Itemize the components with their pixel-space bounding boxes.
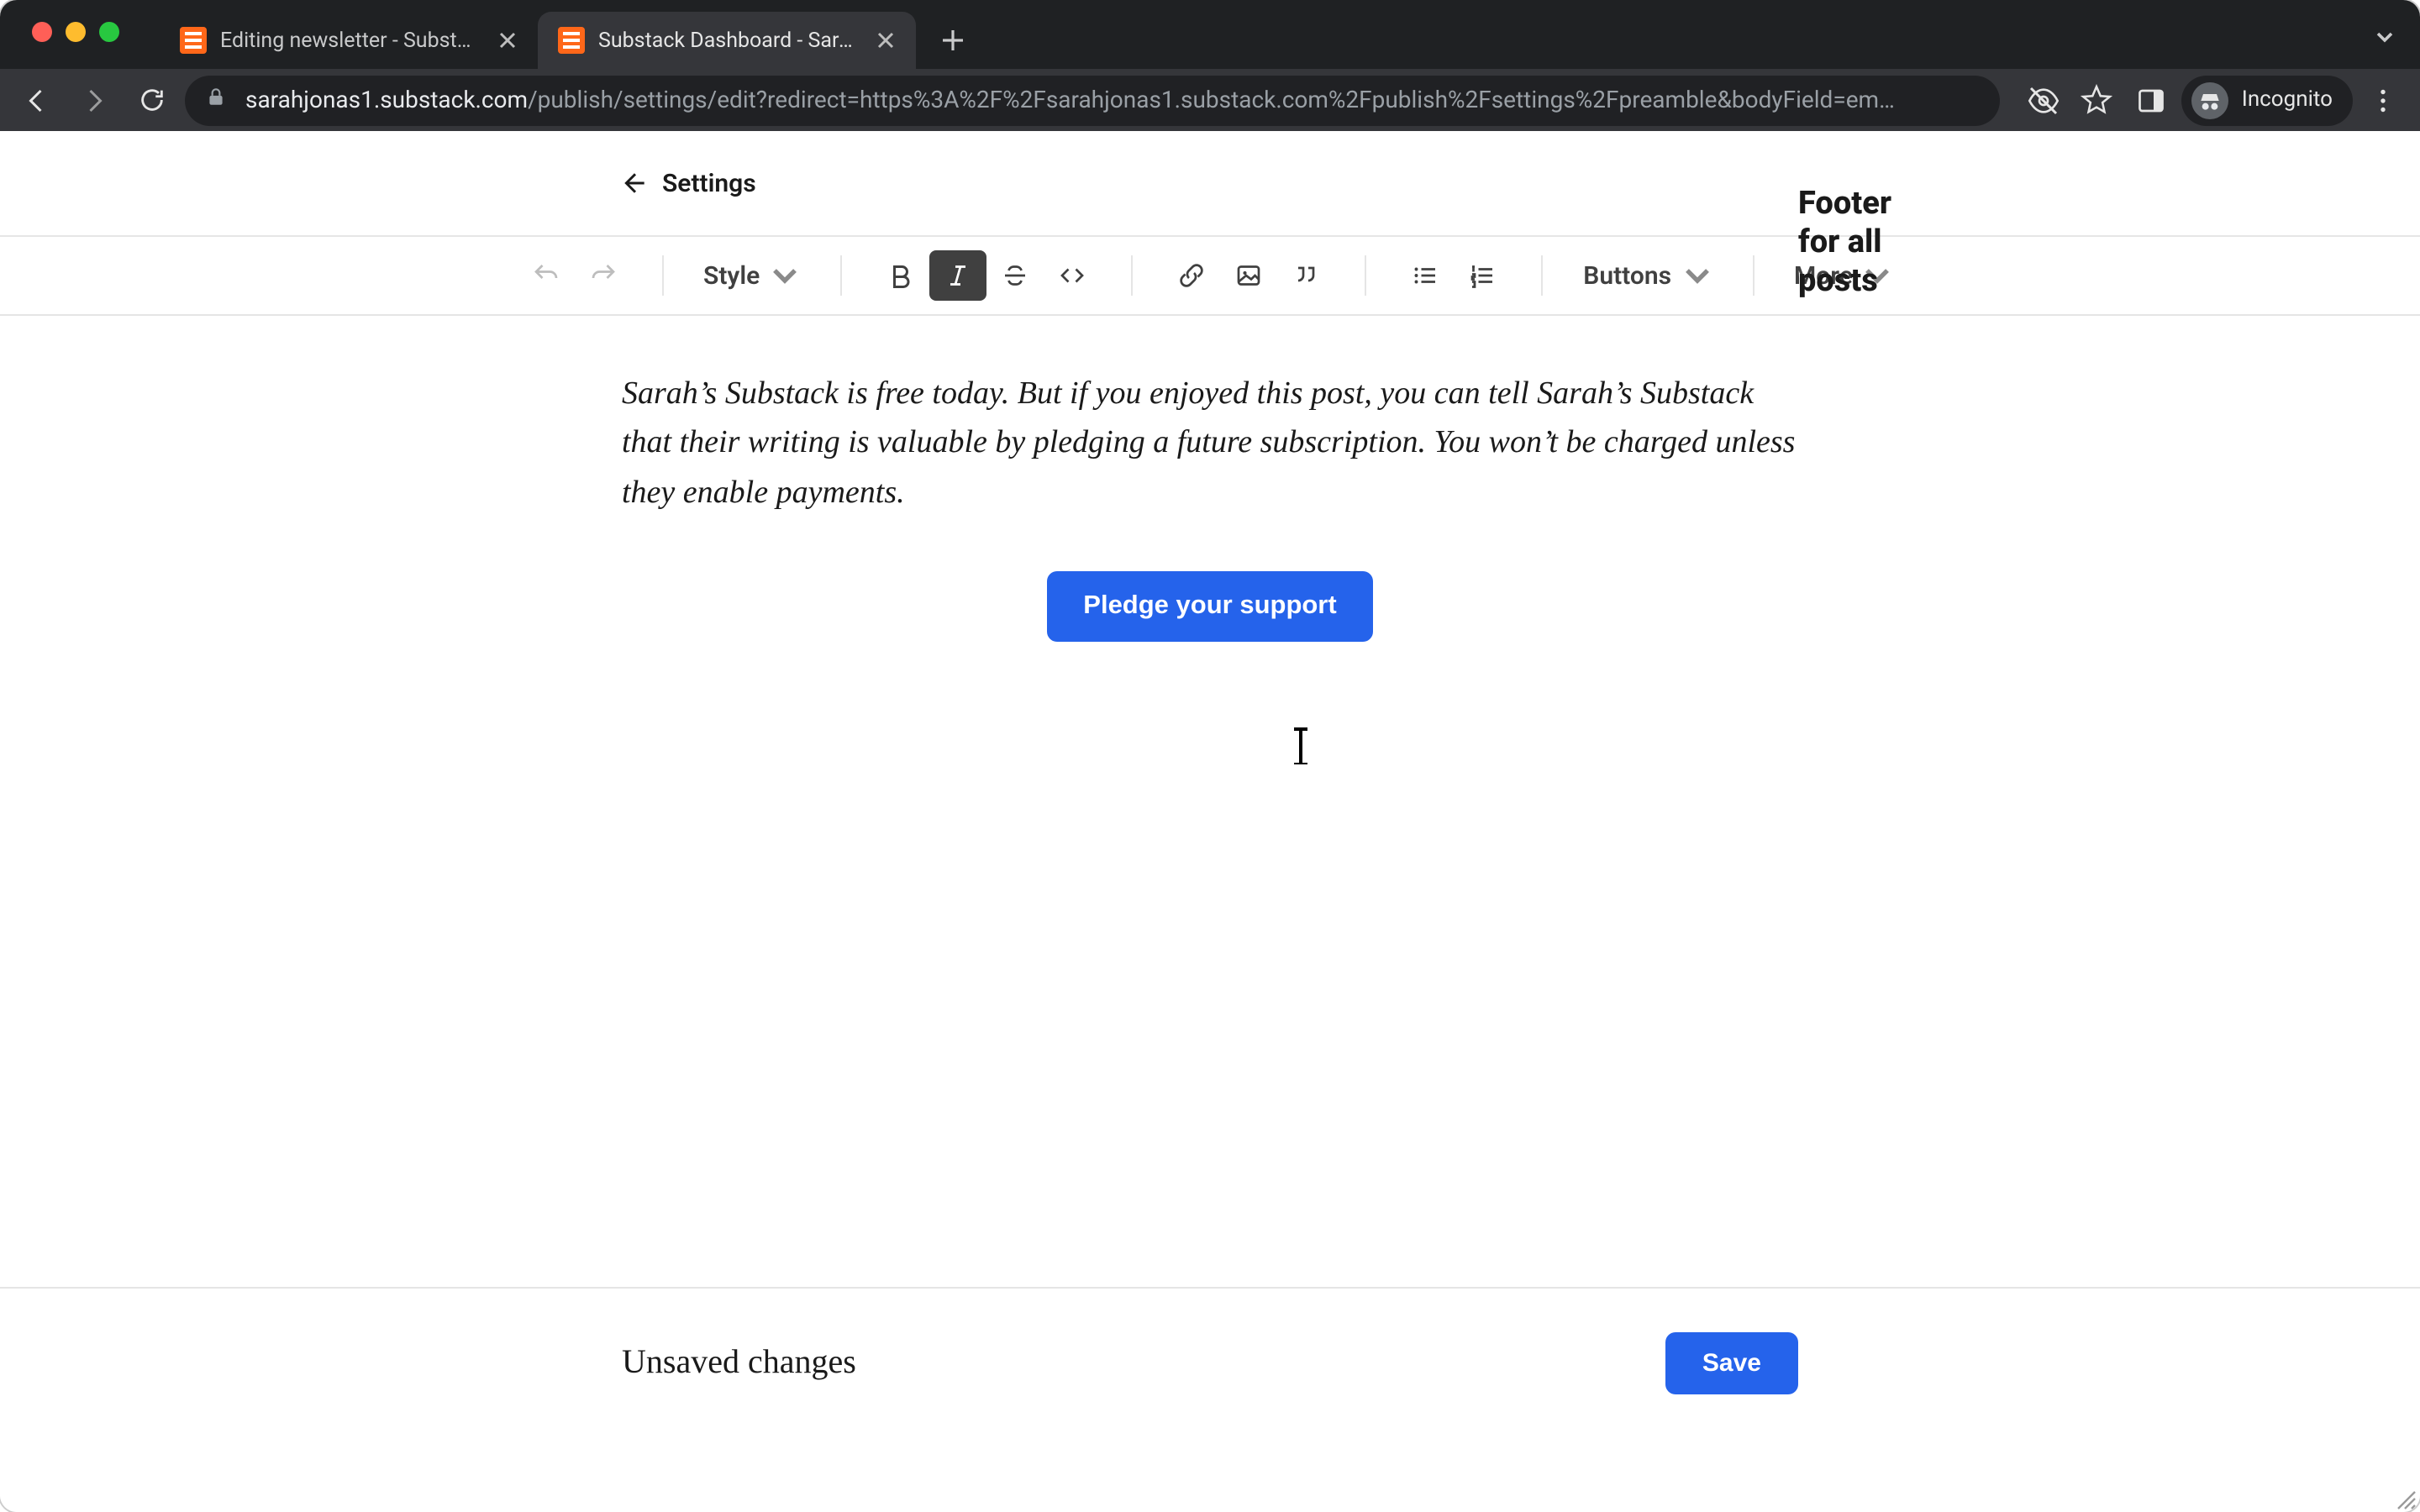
window-controls (32, 22, 119, 42)
italic-button[interactable] (929, 250, 986, 301)
toolbar-separator (1365, 255, 1366, 296)
editor-toolbar: Style (0, 237, 2420, 316)
toolbar-separator (1752, 255, 1754, 296)
blockquote-button[interactable] (1277, 250, 1334, 301)
editor-area[interactable]: Sarah’s Substack is free today. But if y… (0, 316, 2420, 1287)
redo-button[interactable] (574, 250, 631, 301)
side-panel-icon[interactable] (2128, 76, 2175, 123)
pledge-support-button[interactable]: Pledge your support (1046, 572, 1373, 643)
substack-favicon-icon (558, 27, 585, 54)
kebab-menu-icon[interactable] (2360, 76, 2407, 123)
buttons-label: Buttons (1583, 260, 1671, 291)
toolbar-separator (1131, 255, 1133, 296)
browser-tab-0[interactable]: Editing newsletter - Substack (160, 12, 538, 69)
eye-off-icon[interactable] (2020, 76, 2067, 123)
back-to-settings-link[interactable]: Settings (622, 167, 756, 197)
back-label: Settings (662, 167, 756, 197)
incognito-icon (2191, 81, 2228, 118)
strikethrough-button[interactable] (986, 250, 1044, 301)
toolbar-separator (1541, 255, 1543, 296)
substack-favicon-icon (180, 27, 207, 54)
numbered-list-button[interactable] (1454, 250, 1511, 301)
footer-paragraph[interactable]: Sarah’s Substack is free today. But if y… (622, 370, 1798, 518)
chevron-down-icon (1681, 260, 1712, 291)
style-dropdown[interactable]: Style (693, 250, 810, 301)
window-maximize-button[interactable] (99, 22, 119, 42)
page-content: Settings Footer for all posts Style (0, 131, 2420, 1512)
tab-close-button[interactable] (872, 27, 899, 54)
url-path: /publish/settings/edit?redirect=https%3A… (528, 87, 1895, 113)
address-bar[interactable]: sarahjonas1.substack.com/publish/setting… (185, 75, 2000, 125)
code-button[interactable] (1044, 250, 1101, 301)
bookmark-star-icon[interactable] (2074, 76, 2121, 123)
toolbar-separator (840, 255, 842, 296)
arrow-left-icon (622, 169, 649, 196)
titlebar: Editing newsletter - Substack Substack D… (0, 0, 2420, 69)
editor-content[interactable]: Sarah’s Substack is free today. But if y… (622, 316, 1798, 710)
window-close-button[interactable] (32, 22, 52, 42)
incognito-chip[interactable]: Incognito (2181, 75, 2353, 125)
url-text: sarahjonas1.substack.com/publish/setting… (245, 87, 1895, 113)
tab-close-button[interactable] (494, 27, 521, 54)
text-caret-icon (1299, 729, 1302, 763)
tab-title: Editing newsletter - Substack (220, 28, 481, 53)
undo-button[interactable] (517, 250, 574, 301)
bullet-list-button[interactable] (1397, 250, 1454, 301)
url-host: sarahjonas1.substack.com (245, 87, 528, 113)
tab-strip: Editing newsletter - Substack Substack D… (160, 0, 976, 69)
tab-list-dropdown[interactable] (2373, 24, 2396, 55)
link-button[interactable] (1163, 250, 1220, 301)
window-minimize-button[interactable] (66, 22, 86, 42)
unsaved-changes-label: Unsaved changes (622, 1344, 856, 1383)
nav-forward-button[interactable] (71, 76, 118, 123)
style-label: Style (703, 260, 760, 291)
save-button[interactable]: Save (1665, 1332, 1798, 1394)
save-bar: Unsaved changes Save (0, 1287, 2420, 1512)
toolbar-separator (661, 255, 663, 296)
new-tab-button[interactable] (929, 17, 976, 64)
resize-handle-icon[interactable] (2393, 1485, 2417, 1509)
page-title: Footer for all posts (1798, 182, 1891, 298)
page-header: Settings Footer for all posts (0, 131, 2420, 235)
incognito-label: Incognito (2242, 87, 2333, 113)
browser-toolbar: sarahjonas1.substack.com/publish/setting… (0, 69, 2420, 131)
chevron-down-icon (770, 260, 800, 291)
browser-window: Editing newsletter - Substack Substack D… (0, 0, 2420, 1512)
image-button[interactable] (1220, 250, 1277, 301)
browser-tab-1[interactable]: Substack Dashboard - Sarah's (538, 12, 916, 69)
buttons-dropdown[interactable]: Buttons (1573, 250, 1722, 301)
bold-button[interactable] (872, 250, 929, 301)
tab-title: Substack Dashboard - Sarah's (598, 28, 859, 53)
nav-back-button[interactable] (13, 76, 60, 123)
toolbar-right-icons: Incognito (2020, 75, 2407, 125)
lock-icon (205, 86, 229, 114)
nav-reload-button[interactable] (128, 76, 175, 123)
